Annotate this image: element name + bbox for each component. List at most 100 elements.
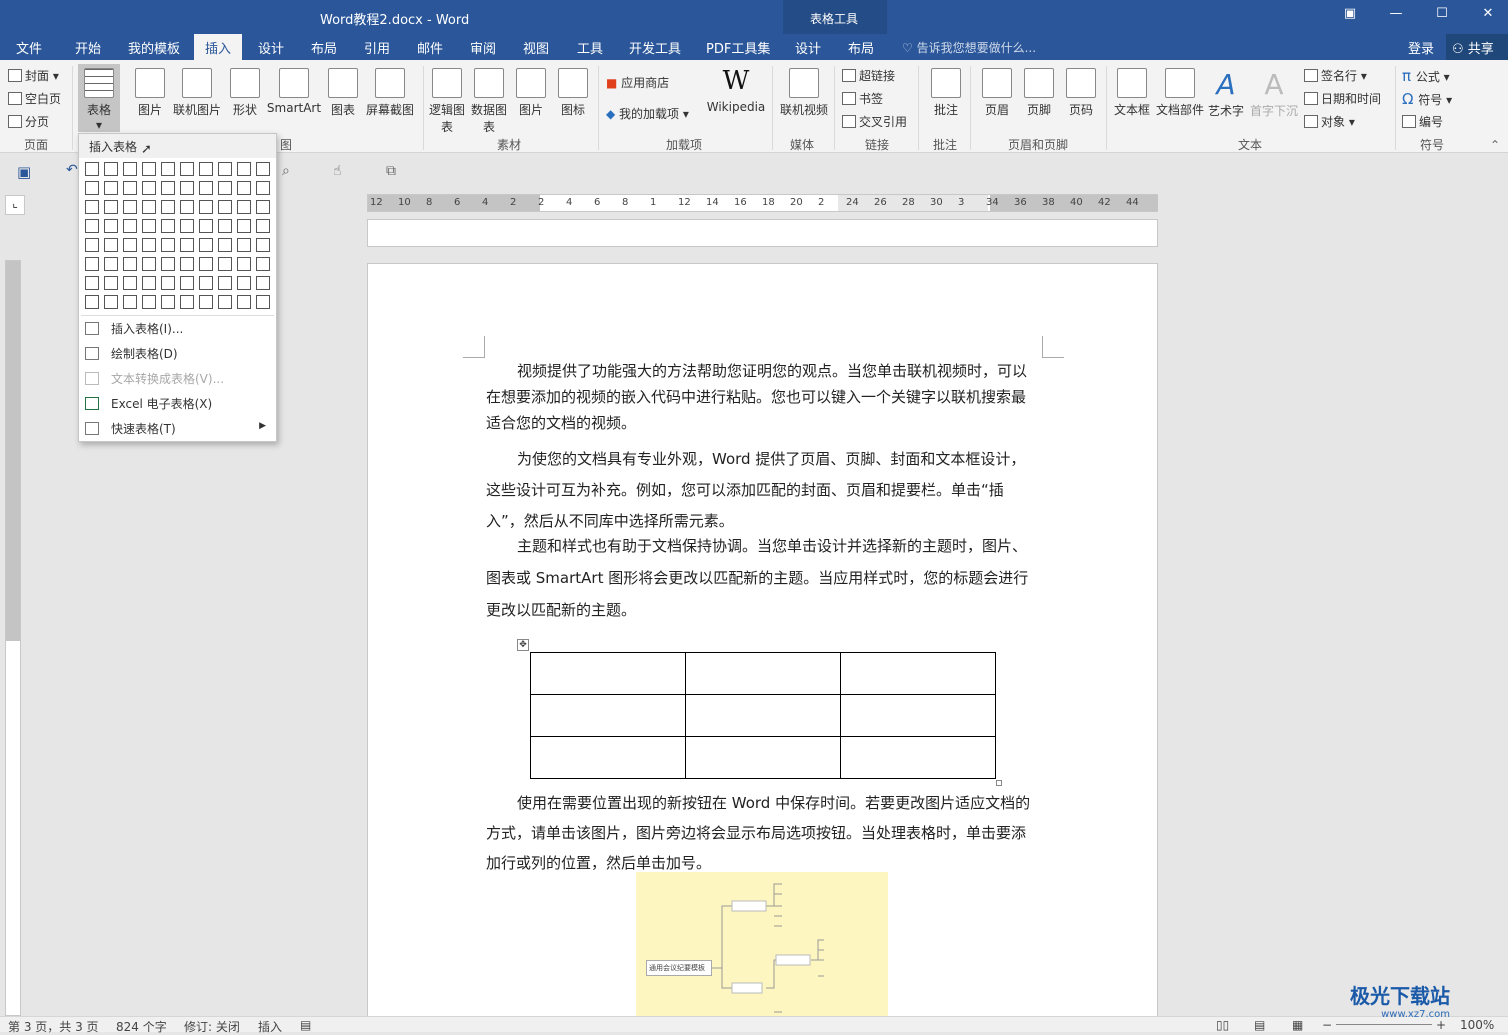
table-move-handle-icon[interactable]: ✥ [517, 639, 529, 651]
grid-cell[interactable] [256, 276, 270, 290]
online-video-button[interactable]: 联机视频 [777, 68, 831, 118]
menu-quick-tables[interactable]: 快速表格(T) ▶ [79, 417, 276, 441]
grid-cell[interactable] [218, 276, 232, 290]
login-link[interactable]: 登录 [1408, 38, 1434, 57]
online-pictures-button[interactable]: 联机图片 [170, 68, 224, 118]
grid-cell[interactable] [180, 238, 194, 252]
tab-table-design[interactable]: 设计 [795, 38, 821, 57]
grid-cell[interactable] [161, 200, 175, 214]
numbering-button[interactable]: 编号 [1402, 113, 1443, 130]
grid-cell[interactable] [256, 181, 270, 195]
grid-cell[interactable] [104, 276, 118, 290]
table-cell[interactable] [685, 736, 841, 779]
grid-cell[interactable] [180, 200, 194, 214]
grid-cell[interactable] [142, 257, 156, 271]
grid-cell[interactable] [104, 181, 118, 195]
grid-cell[interactable] [123, 181, 137, 195]
grid-cell[interactable] [237, 276, 251, 290]
grid-cell[interactable] [104, 162, 118, 176]
smartart-button[interactable]: SmartArt [266, 68, 322, 115]
table-cell[interactable] [840, 694, 996, 737]
material-picture-button[interactable]: 图片 [512, 68, 550, 118]
grid-cell[interactable] [199, 219, 213, 233]
tab-references[interactable]: 引用 [364, 38, 390, 57]
data-chart-button[interactable]: 数据图表 [470, 68, 508, 135]
grid-cell[interactable] [256, 238, 270, 252]
shapes-button[interactable]: 形状 [228, 68, 262, 118]
grid-cell[interactable] [199, 181, 213, 195]
grid-cell[interactable] [237, 238, 251, 252]
zoom-level[interactable]: 100% [1460, 1018, 1494, 1032]
symbol-button[interactable]: Ω 符号 ▾ [1402, 90, 1452, 108]
grid-cell[interactable] [142, 295, 156, 309]
grid-cell[interactable] [142, 219, 156, 233]
signature-line-button[interactable]: 签名行 ▾ [1304, 67, 1367, 84]
table-cell[interactable] [530, 694, 686, 737]
hyperlink-button[interactable]: 超链接 [842, 67, 895, 84]
grid-cell[interactable] [123, 219, 137, 233]
read-mode-icon[interactable]: ▯▯ [1216, 1018, 1229, 1032]
grid-cell[interactable] [104, 219, 118, 233]
grid-cell[interactable] [237, 295, 251, 309]
bookmark-button[interactable]: 书签 [842, 90, 883, 107]
menu-excel-spreadsheet[interactable]: Excel 电子表格(X) [79, 392, 276, 416]
grid-cell[interactable] [180, 257, 194, 271]
tab-pdf-tools[interactable]: PDF工具集 [706, 38, 770, 57]
table-cell[interactable] [840, 652, 996, 695]
page-break-button[interactable]: 分页 [8, 113, 49, 130]
grid-cell[interactable] [218, 219, 232, 233]
tab-home[interactable]: 开始 [75, 38, 101, 57]
wikipedia-button[interactable]: W Wikipedia [706, 66, 766, 114]
grid-cell[interactable] [161, 276, 175, 290]
grid-cell[interactable] [85, 238, 99, 252]
document-table[interactable] [530, 652, 996, 779]
tab-design[interactable]: 设计 [258, 38, 284, 57]
blank-page-button[interactable]: 空白页 [8, 90, 61, 107]
equation-button[interactable]: π 公式 ▾ [1402, 67, 1450, 85]
grid-cell[interactable] [237, 219, 251, 233]
grid-cell[interactable] [237, 200, 251, 214]
footer-button[interactable]: 页脚 [1020, 68, 1058, 118]
grid-cell[interactable] [199, 200, 213, 214]
grid-cell[interactable] [104, 238, 118, 252]
store-button[interactable]: ■ 应用商店 [606, 74, 669, 91]
grid-cell[interactable] [199, 295, 213, 309]
grid-cell[interactable] [180, 276, 194, 290]
grid-cell[interactable] [142, 276, 156, 290]
grid-cell[interactable] [85, 276, 99, 290]
chart-button[interactable]: 图表 [326, 68, 360, 118]
comment-button[interactable]: 批注 [926, 68, 966, 118]
tab-view[interactable]: 视图 [523, 38, 549, 57]
screenshot-button[interactable]: 屏幕截图 [363, 68, 417, 118]
grid-cell[interactable] [218, 257, 232, 271]
my-addins-button[interactable]: ◆ 我的加载项 ▾ [606, 105, 689, 122]
touch-mode-icon[interactable]: ☝ [333, 163, 342, 179]
collapse-ribbon-icon[interactable]: ⌃ [1490, 138, 1500, 152]
grid-cell[interactable] [218, 162, 232, 176]
tell-me-search[interactable]: ♡ 告诉我您想要做什么... [902, 39, 1036, 56]
grid-cell[interactable] [104, 200, 118, 214]
paragraph-2[interactable]: 为使您的文档具有专业外观，Word 提供了页眉、页脚、封面和文本框设计，这些设计… [486, 444, 1038, 537]
grid-cell[interactable] [256, 295, 270, 309]
grid-cell[interactable] [199, 162, 213, 176]
tab-my-templates[interactable]: 我的模板 [128, 38, 180, 57]
object-button[interactable]: 对象 ▾ [1304, 113, 1355, 130]
table-cell[interactable] [530, 736, 686, 779]
zoom-in-icon[interactable]: + [1436, 1018, 1446, 1032]
tab-table-layout[interactable]: 布局 [848, 38, 874, 57]
minimize-icon[interactable]: — [1386, 6, 1406, 26]
grid-cell[interactable] [142, 162, 156, 176]
grid-cell[interactable] [161, 181, 175, 195]
table-resize-handle[interactable] [996, 780, 1002, 786]
grid-cell[interactable] [142, 238, 156, 252]
tab-tools[interactable]: 工具 [577, 38, 603, 57]
grid-cell[interactable] [237, 257, 251, 271]
table-cell[interactable] [685, 694, 841, 737]
grid-cell[interactable] [123, 200, 137, 214]
grid-cell[interactable] [85, 162, 99, 176]
header-button[interactable]: 页眉 [978, 68, 1016, 118]
grid-cell[interactable] [161, 295, 175, 309]
word-count[interactable]: 824 个字 [116, 1018, 167, 1035]
textbox-button[interactable]: 文本框 [1112, 68, 1152, 118]
grid-cell[interactable] [218, 295, 232, 309]
